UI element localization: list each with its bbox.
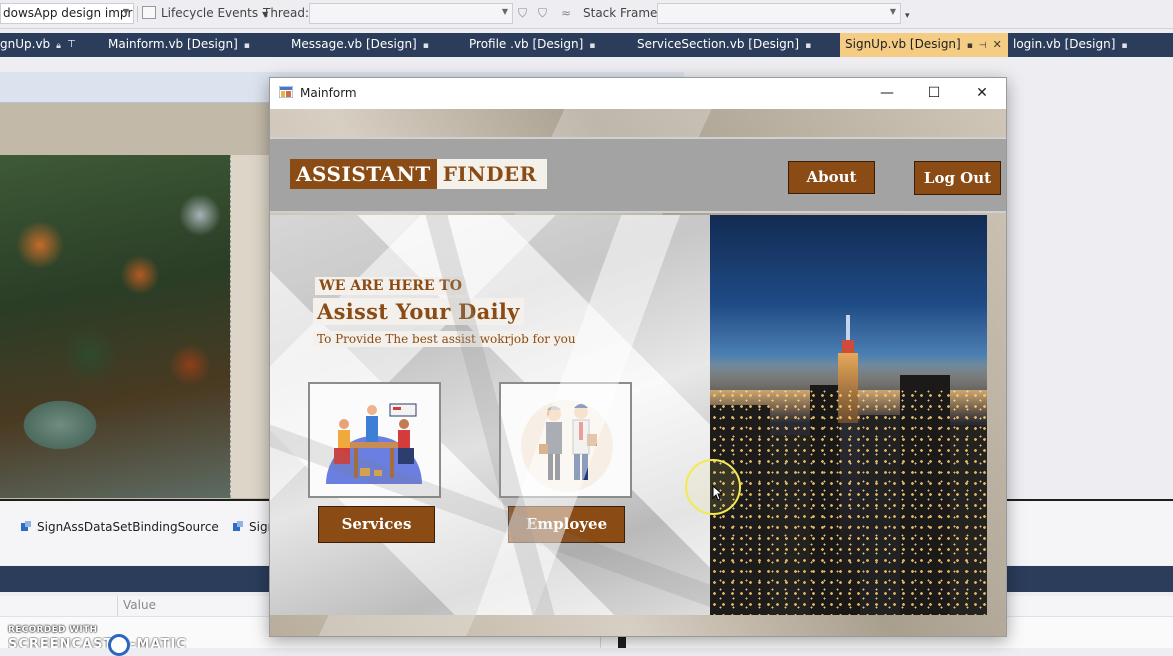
lock-icon: ▪ [422, 41, 429, 51]
tab-signup-code[interactable]: gnUp.vb 🔒︎ [0, 33, 61, 57]
form-client-area: ASSISTANT FINDER About Log Out WE ARE HER… [270, 109, 1006, 636]
forest-picture [0, 155, 230, 498]
lifecycle-events-button[interactable]: Lifecycle Events ▼ [142, 3, 268, 24]
tab-servicesection-design[interactable]: ServiceSection.vb [Design] ▪ [637, 33, 811, 57]
tray-item-binding-source[interactable]: SignAssDataSetBindingSource [20, 518, 219, 536]
tab-label: ServiceSection.vb [Design] [637, 37, 800, 51]
maximize-button[interactable]: ☐ [911, 78, 957, 109]
logo-part-finder: FINDER [436, 159, 547, 189]
lock-icon: ▪ [589, 41, 596, 51]
binding-source-icon [21, 521, 31, 531]
stack-frame-label: Stack Frame: [583, 6, 662, 20]
project-combo[interactable]: dowsApp design impr ▼ [0, 3, 134, 24]
document-tab-strip: gnUp.vb 🔒︎ ⊤ Mainform.vb [Design] ▪ Messag… [0, 33, 1173, 57]
tab-profile-design[interactable]: Profile .vb [Design] ▪ [469, 33, 595, 57]
tab-label: login.vb [Design] [1013, 37, 1116, 51]
filter-icon[interactable]: ⛉ [518, 3, 527, 24]
project-combo-text: dowsApp design impr [3, 6, 133, 20]
content-panel: WE ARE HERE TO Asisst Your Daily To Prov… [270, 215, 710, 615]
thread-combo[interactable]: ▼ [309, 3, 513, 24]
tab-signup-design[interactable]: SignUp.vb [Design] ▪ ⊣ ✕ [840, 33, 1008, 57]
tab-label: SignUp.vb [Design] [845, 37, 961, 51]
tagline-small: WE ARE HERE TO [315, 277, 467, 295]
employee-picture [499, 382, 632, 498]
lifecycle-icon [142, 6, 156, 19]
logo-part-assistant: ASSISTANT [290, 159, 437, 189]
about-button[interactable]: About [788, 161, 875, 194]
services-picture [308, 382, 441, 498]
form-app-icon [279, 86, 293, 98]
toolbar-overflow-icon[interactable]: ▾ [905, 6, 910, 27]
header-panel: ASSISTANT FINDER About Log Out [270, 137, 1006, 213]
lock-icon: ▪ [243, 41, 250, 51]
toolbar-separator [137, 6, 138, 22]
tray-item-label: SignAssDataSetBindingSource [37, 520, 219, 534]
employees-illustration [521, 400, 613, 492]
city-skyline-picture [710, 215, 987, 615]
binding-source-icon [233, 521, 243, 531]
mainform-window: Mainform — ☐ ✕ ASSISTANT FINDER About Log… [269, 77, 1007, 637]
chevron-down-icon: ▼ [122, 7, 129, 16]
tagline-heading: Asisst Your Daily [313, 298, 524, 325]
thread-label: Thread: [263, 6, 310, 20]
recorder-watermark-brand: SCREENCAST-O-MATIC [8, 637, 187, 648]
recorder-logo-icon [108, 634, 130, 656]
value-column-header: Value [123, 598, 156, 612]
stack-frame-combo[interactable]: ▼ [657, 3, 901, 24]
employee-button[interactable]: Employee [508, 506, 625, 543]
window-titlebar[interactable]: Mainform — ☐ ✕ [270, 78, 1006, 109]
tagline-subtitle: To Provide The best assist wokrjob for y… [313, 331, 580, 347]
mouse-pointer-icon [712, 485, 724, 501]
city-lights [710, 390, 987, 615]
lock-icon: ▪ [805, 41, 812, 51]
pin-icon[interactable]: ⊤ [67, 33, 76, 57]
tab-label: gnUp.vb [0, 37, 51, 51]
window-title: Mainform [300, 86, 357, 100]
tab-label: Message.vb [Design] [291, 37, 417, 51]
app-logo: ASSISTANT FINDER [290, 159, 547, 189]
column-divider[interactable] [117, 596, 118, 616]
lock-icon: 🔒︎ [56, 41, 61, 51]
lock-icon: ▪ [1121, 41, 1128, 51]
tab-mainform-design[interactable]: Mainform.vb [Design] ▪ [108, 33, 250, 57]
lifecycle-label: Lifecycle Events [161, 6, 259, 20]
chevron-down-icon: ▼ [889, 7, 896, 16]
tab-login-design[interactable]: login.vb [Design] ▪ [1013, 33, 1127, 57]
lock-icon: ▪ [966, 41, 973, 51]
close-button[interactable]: ✕ [959, 78, 1005, 109]
close-icon[interactable]: ✕ [993, 38, 1002, 51]
tab-label: Mainform.vb [Design] [108, 37, 238, 51]
minimize-button[interactable]: — [864, 78, 910, 109]
tab-message-design[interactable]: Message.vb [Design] ▪ [291, 33, 429, 57]
recorder-watermark: RECORDED WITH [8, 625, 98, 635]
ide-toolbar: dowsApp design impr ▼ Lifecycle Events ▼ … [0, 0, 1173, 29]
logout-button[interactable]: Log Out [914, 161, 1001, 195]
filter-clear-icon[interactable]: ⛉ [538, 3, 547, 24]
chevron-down-icon: ▼ [501, 7, 508, 16]
team-meeting-illustration [326, 403, 422, 484]
tab-label: Profile .vb [Design] [469, 37, 584, 51]
pin-icon[interactable]: ⊣ [979, 41, 987, 51]
services-button[interactable]: Services [318, 506, 435, 543]
flag-threads-icon[interactable]: ≈ [561, 3, 571, 24]
empire-state-top [842, 340, 854, 354]
designer-panel-edge [230, 155, 271, 498]
